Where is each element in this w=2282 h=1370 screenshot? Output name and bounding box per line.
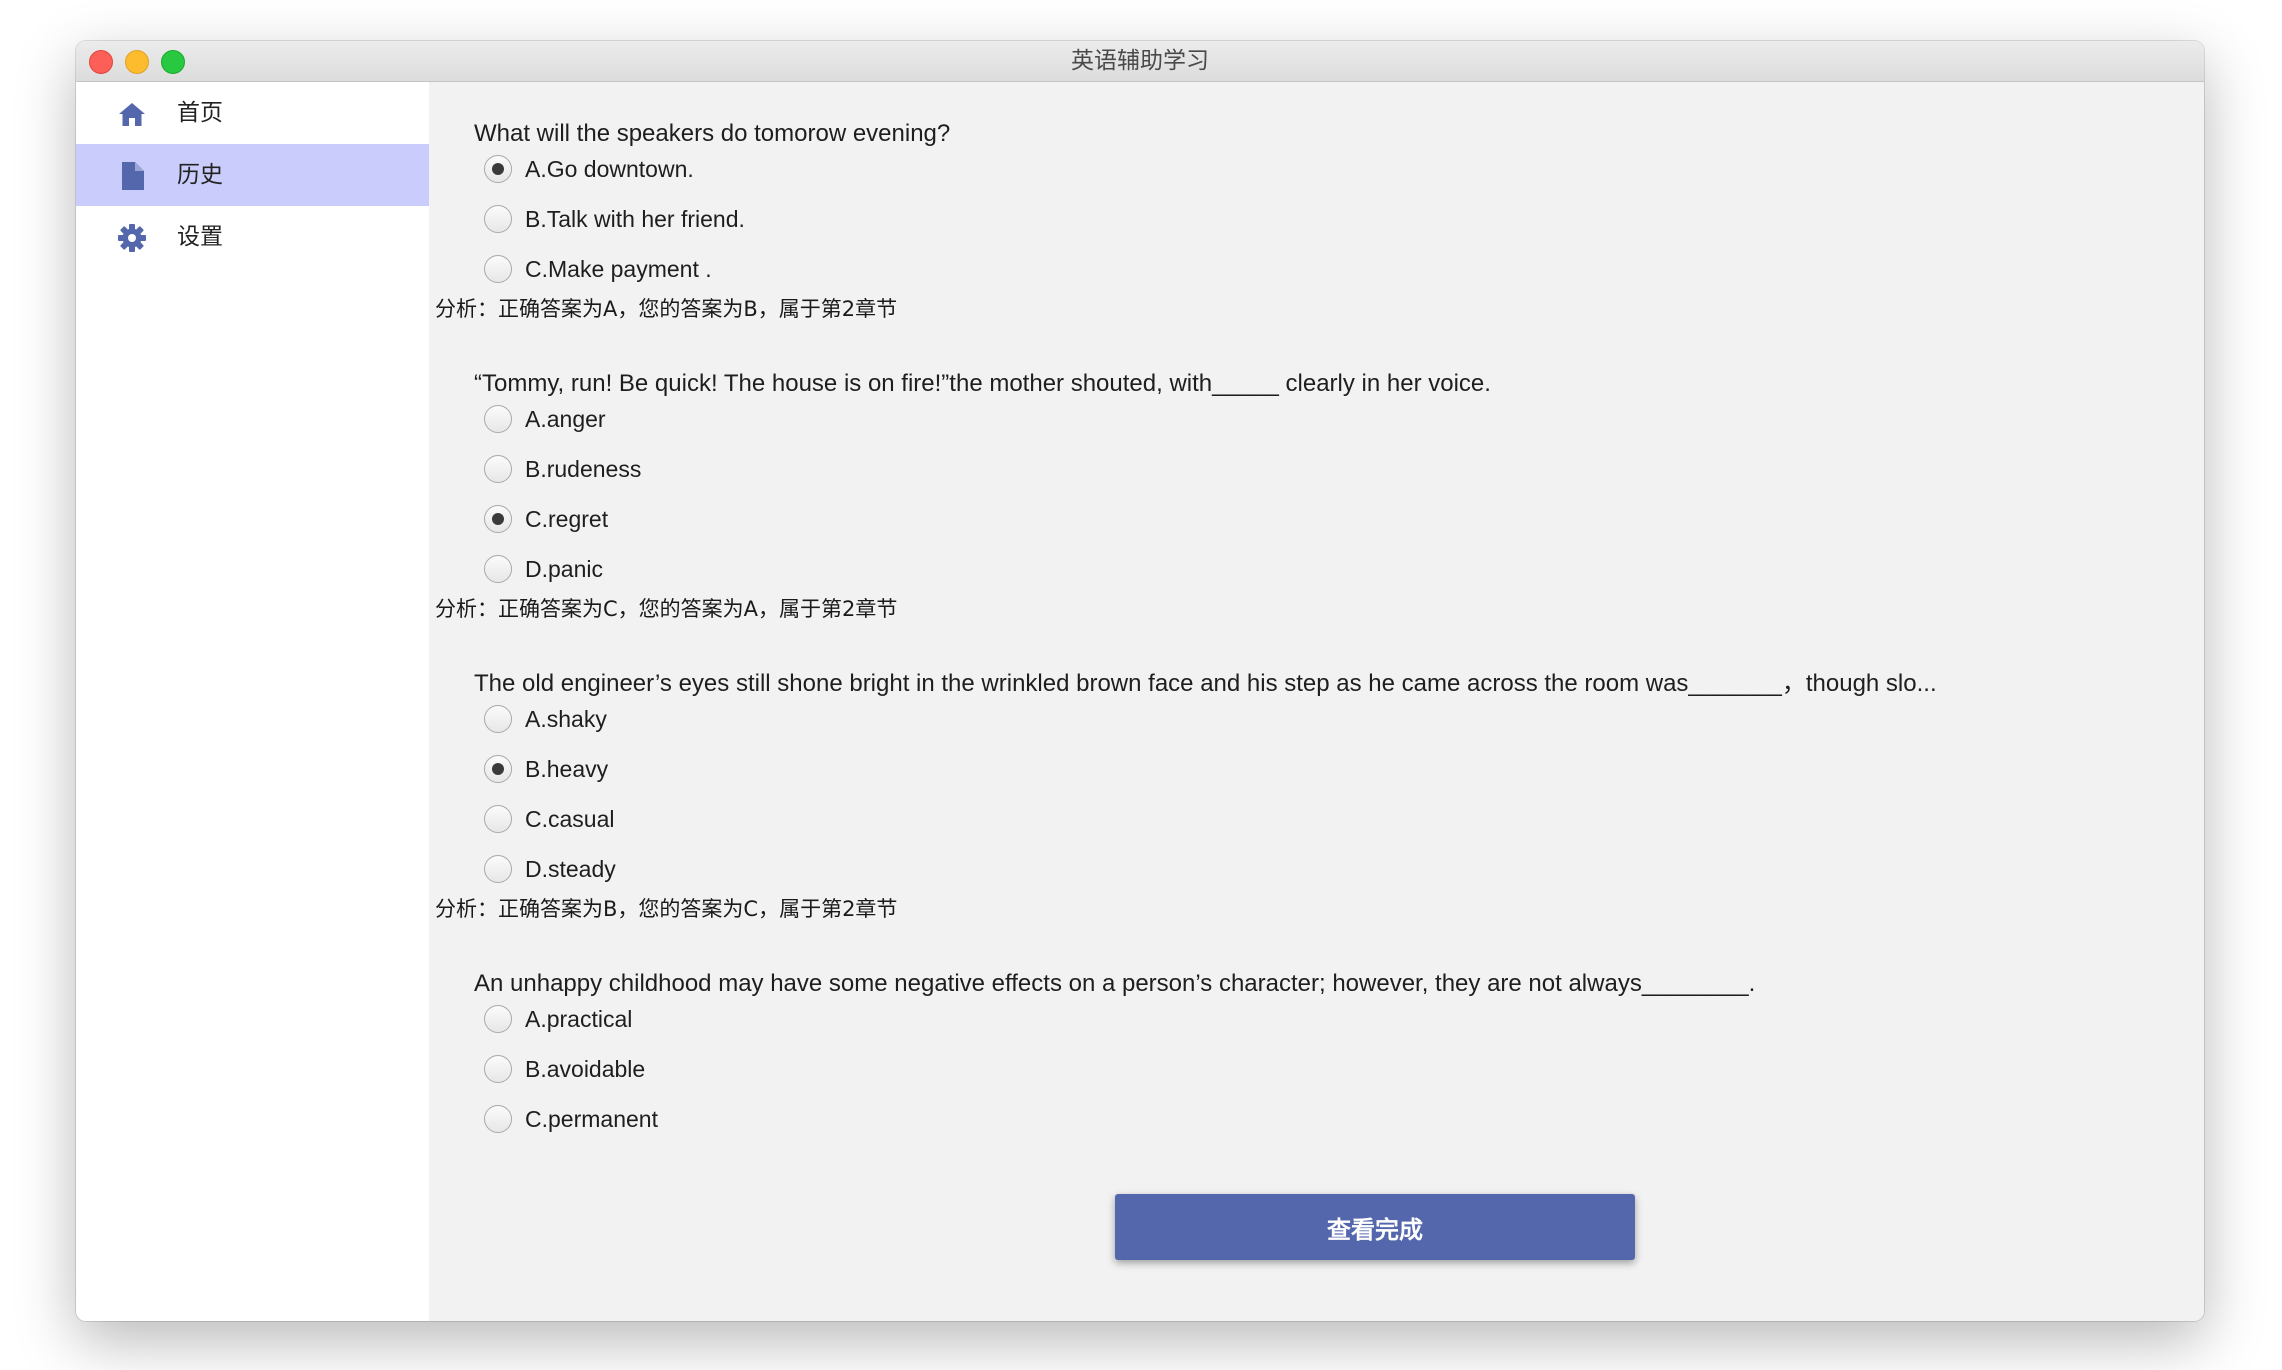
analysis-text: 分析：正确答案为A，您的答案为B，属于第2章节 (435, 297, 898, 321)
radio-button[interactable] (484, 705, 512, 733)
gear-icon (118, 224, 146, 252)
sidebar-item-label: 首页 (177, 100, 223, 126)
option-label: C.regret (525, 506, 609, 532)
option-label: A.Go downtown. (525, 156, 694, 182)
radio-button[interactable] (484, 805, 512, 833)
radio-button[interactable] (484, 205, 512, 233)
option-label: B.rudeness (525, 456, 642, 482)
option-label: D.steady (525, 856, 616, 882)
option-label: B.heavy (525, 756, 609, 782)
question-text: “Tommy, run! Be quick! The house is on f… (474, 370, 1491, 397)
radio-button[interactable] (484, 155, 512, 183)
title-bar: 英语辅助学习 (76, 41, 2204, 82)
radio-button[interactable] (484, 555, 512, 583)
question-list[interactable]: What will the speakers do tomorow evenin… (429, 82, 2204, 1174)
option-label: C.permanent (525, 1106, 658, 1132)
option-label: D.panic (525, 556, 603, 582)
sidebar-item-history[interactable]: 历史 (76, 144, 429, 206)
question-text: An unhappy childhood may have some negat… (474, 970, 1756, 997)
sidebar-item-settings[interactable]: 设置 (76, 206, 429, 268)
radio-button[interactable] (484, 855, 512, 883)
radio-button[interactable] (484, 505, 512, 533)
option-label: A.shaky (525, 706, 607, 732)
window-title: 英语辅助学习 (1071, 48, 1209, 74)
radio-button[interactable] (484, 255, 512, 283)
analysis-text: 分析：正确答案为B，您的答案为C，属于第2章节 (435, 897, 898, 921)
sidebar-item-label: 设置 (177, 224, 223, 250)
app-window: 英语辅助学习 首页 历史 设置 What will the speakers d… (76, 41, 2204, 1321)
radio-button[interactable] (484, 455, 512, 483)
question-text: The old engineer’s eyes still shone brig… (474, 670, 1937, 697)
analysis-text: 分析：正确答案为C，您的答案为A，属于第2章节 (435, 597, 898, 621)
radio-button[interactable] (484, 1005, 512, 1033)
radio-button[interactable] (484, 755, 512, 783)
sidebar: 首页 历史 设置 (76, 82, 429, 1321)
document-icon (122, 162, 144, 190)
sidebar-item-home[interactable]: 首页 (76, 82, 429, 144)
radio-button[interactable] (484, 1105, 512, 1133)
sidebar-item-label: 历史 (177, 162, 223, 188)
option-label: C.Make payment . (525, 256, 712, 282)
option-label: A.anger (525, 406, 606, 432)
option-label: B.avoidable (525, 1056, 646, 1082)
question-text: What will the speakers do tomorow evenin… (474, 120, 951, 147)
radio-button[interactable] (484, 405, 512, 433)
option-label: B.Talk with her friend. (525, 206, 745, 232)
option-label: A.practical (525, 1006, 633, 1032)
view-complete-button[interactable]: 查看完成 (1115, 1194, 1635, 1260)
main-content: What will the speakers do tomorow evenin… (429, 82, 2204, 1321)
option-label: C.casual (525, 806, 615, 832)
radio-button[interactable] (484, 1055, 512, 1083)
home-icon (119, 103, 145, 126)
